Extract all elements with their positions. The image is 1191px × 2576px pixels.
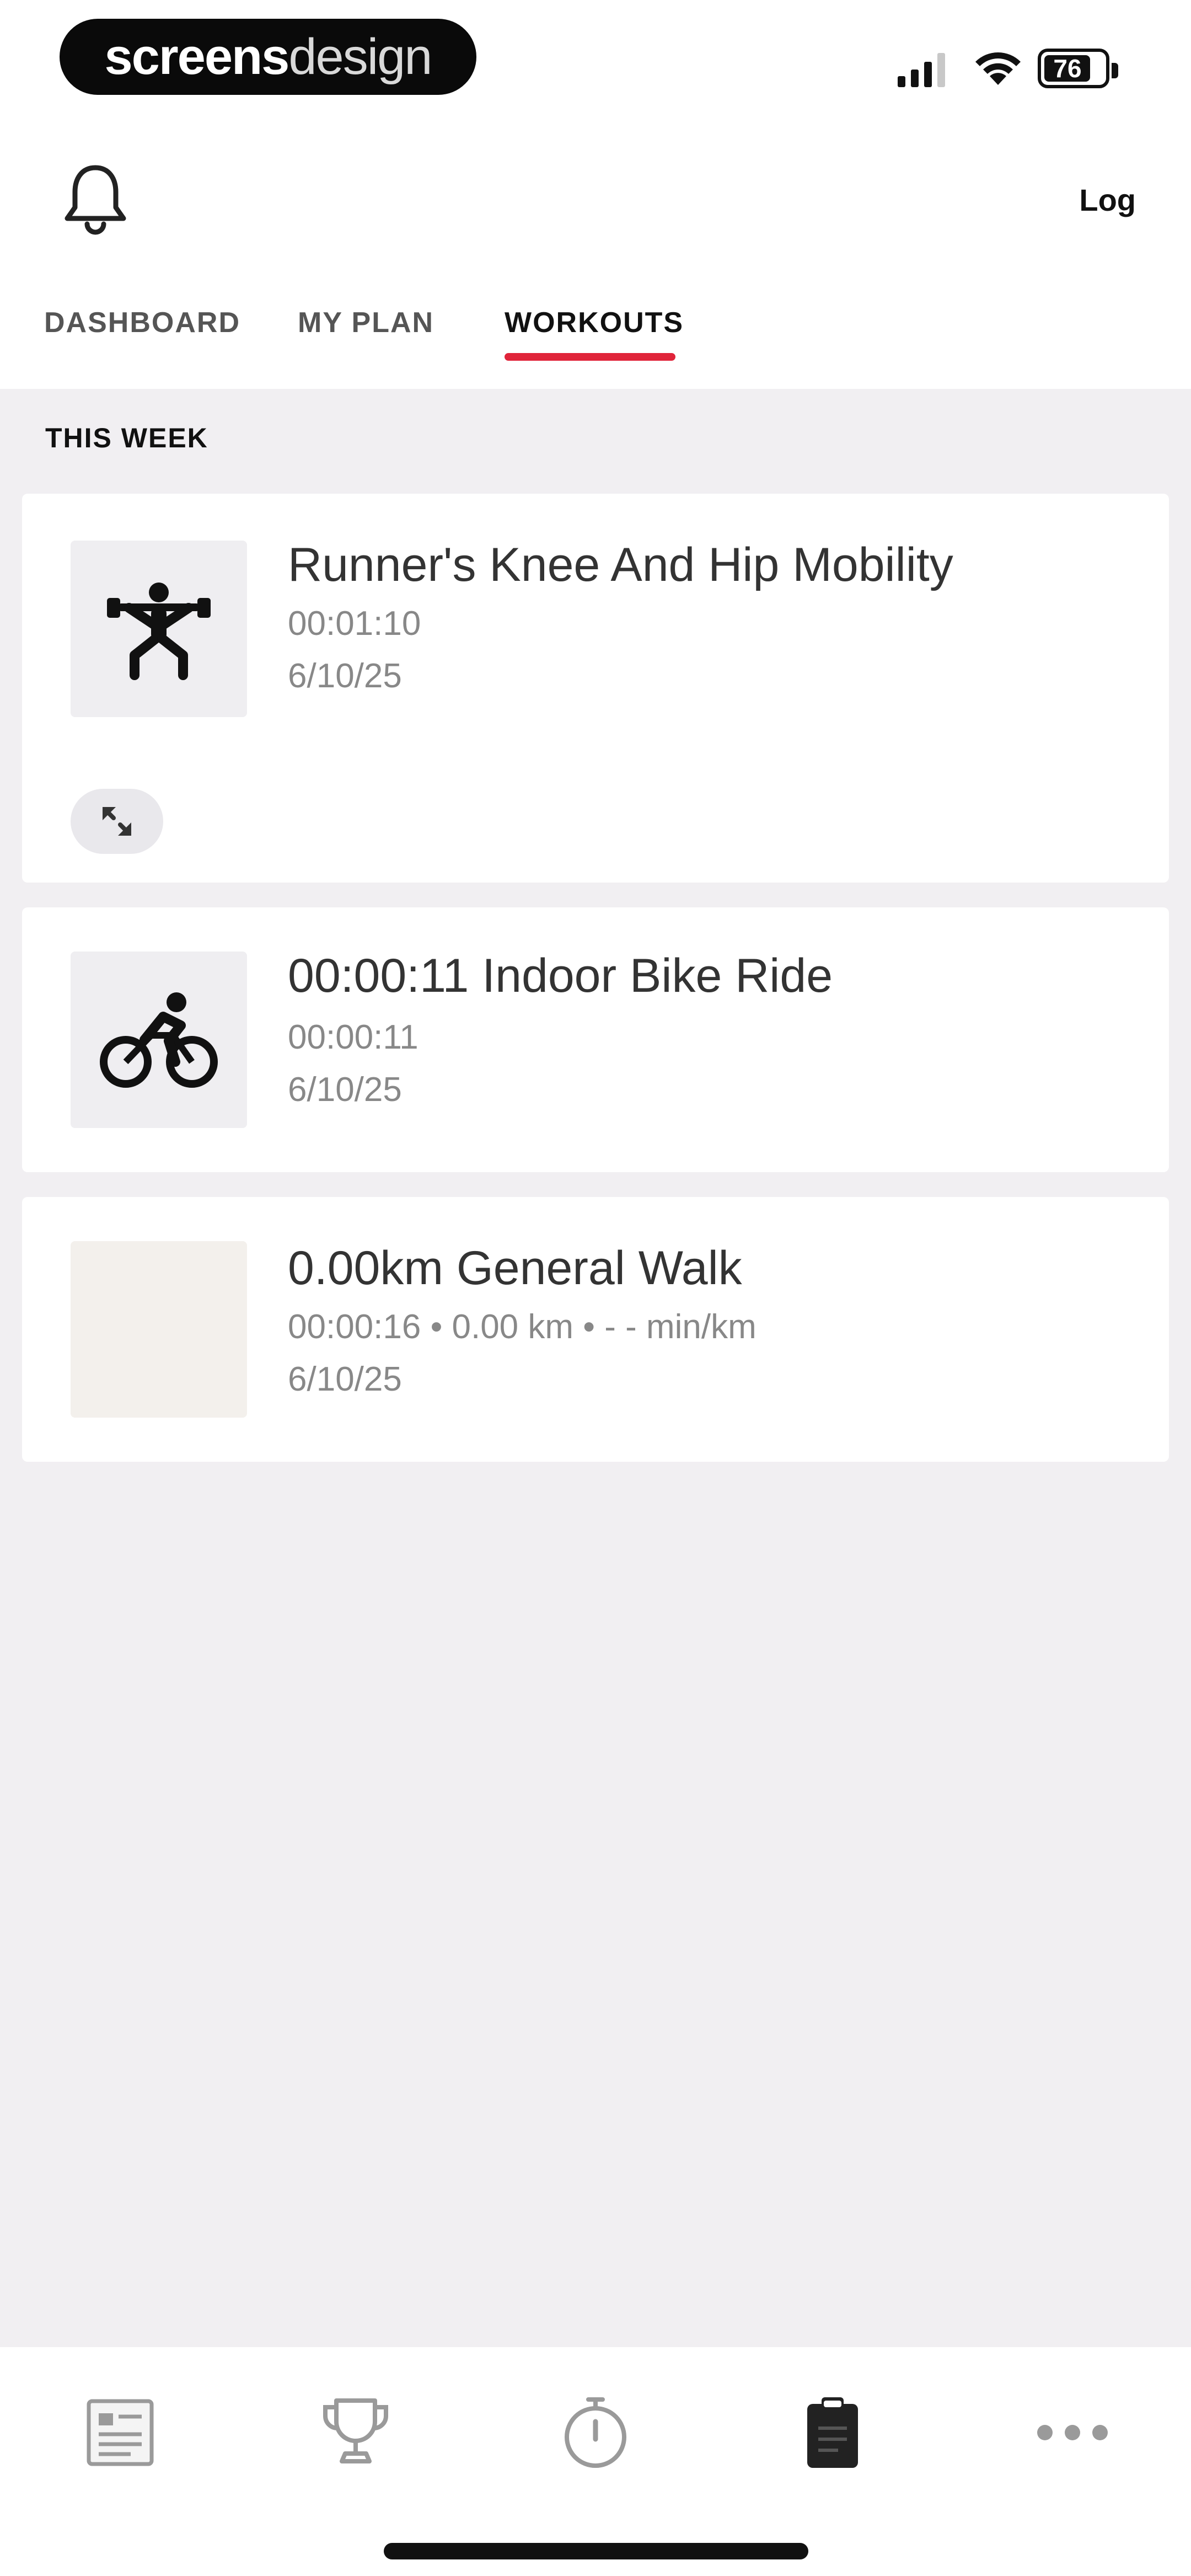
expand-button[interactable] xyxy=(71,789,163,854)
tab-bar: DASHBOARD MY PLAN WORKOUTS xyxy=(0,298,1191,381)
battery-level: 76 xyxy=(1053,54,1082,83)
tab-dashboard[interactable]: DASHBOARD xyxy=(44,306,240,339)
clipboard-icon xyxy=(807,2397,858,2468)
active-tab-indicator xyxy=(505,353,675,361)
top-bar: screens design 76 Log DASHBOARD MY PLAN W… xyxy=(0,0,1191,389)
workout-card[interactable]: Runner's Knee And Hip Mobility 00:01:10 … xyxy=(22,494,1169,883)
wifi-icon xyxy=(975,52,1021,85)
home-indicator xyxy=(384,2543,808,2559)
map-thumbnail xyxy=(71,1241,247,1418)
brand-badge: screens design xyxy=(60,19,476,95)
bell-icon[interactable] xyxy=(60,160,131,237)
workout-date: 6/10/25 xyxy=(288,657,402,695)
workout-card[interactable]: 0.00km General Walk 00:00:16 • 0.00 km •… xyxy=(22,1197,1169,1462)
stopwatch-icon xyxy=(565,2397,626,2468)
status-bar: screens design 76 xyxy=(0,0,1191,110)
nav-more[interactable] xyxy=(1017,2377,1128,2488)
workout-duration: 00:00:11 xyxy=(288,1018,419,1056)
nav-workouts[interactable] xyxy=(777,2377,888,2488)
tab-workouts[interactable]: WORKOUTS xyxy=(505,306,684,339)
log-button[interactable]: Log xyxy=(1079,182,1136,218)
workout-duration: 00:01:10 xyxy=(288,605,421,643)
signal-icon xyxy=(898,53,945,87)
feed-icon xyxy=(87,2399,154,2466)
battery-icon: 76 xyxy=(1038,49,1118,88)
tab-my-plan[interactable]: MY PLAN xyxy=(298,306,434,339)
workout-card[interactable]: 00:00:11 Indoor Bike Ride 00:00:11 6/10/… xyxy=(22,907,1169,1172)
workout-stats: 00:00:16 • 0.00 km • - - min/km xyxy=(288,1308,757,1346)
workout-title: 00:00:11 Indoor Bike Ride xyxy=(288,949,833,1002)
nav-challenges[interactable] xyxy=(301,2377,411,2488)
section-title: THIS WEEK xyxy=(45,423,208,453)
cycling-icon xyxy=(100,992,218,1088)
workout-date: 6/10/25 xyxy=(288,1360,402,1398)
brand-text-design: design xyxy=(288,28,432,85)
workout-date: 6/10/25 xyxy=(288,1071,402,1109)
workout-thumbnail xyxy=(71,541,247,717)
workout-thumbnail xyxy=(71,952,247,1128)
more-icon xyxy=(1037,2425,1108,2440)
workout-title: 0.00km General Walk xyxy=(288,1242,742,1295)
workout-title: Runner's Knee And Hip Mobility xyxy=(288,538,953,591)
nav-feed[interactable] xyxy=(65,2377,175,2488)
bottom-nav xyxy=(0,2347,1191,2576)
brand-text-screens: screens xyxy=(104,28,290,85)
expand-arrows-icon xyxy=(103,807,131,836)
weightlifting-icon xyxy=(107,582,211,680)
nav-record[interactable] xyxy=(540,2377,651,2488)
trophy-icon xyxy=(323,2398,388,2463)
